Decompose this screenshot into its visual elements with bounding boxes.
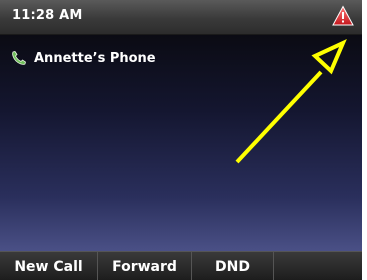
main-screen: Annette’s Phone [0,35,362,251]
empty-softkey[interactable] [274,252,362,280]
status-bar: 11:28 AM [0,0,362,35]
dnd-softkey[interactable]: DND [192,252,274,280]
warning-triangle-icon[interactable] [332,5,354,27]
line-label: Annette’s Phone [34,50,156,66]
phone-handset-icon [12,51,26,65]
phone-display: 11:28 AM Annette’s Phone New Call Forwar… [0,0,362,280]
clock-time: 11:28 AM [12,8,83,23]
new-call-softkey[interactable]: New Call [0,252,98,280]
line-key[interactable]: Annette’s Phone [10,49,156,67]
forward-softkey[interactable]: Forward [98,252,192,280]
softkey-bar: New Call Forward DND [0,251,362,280]
